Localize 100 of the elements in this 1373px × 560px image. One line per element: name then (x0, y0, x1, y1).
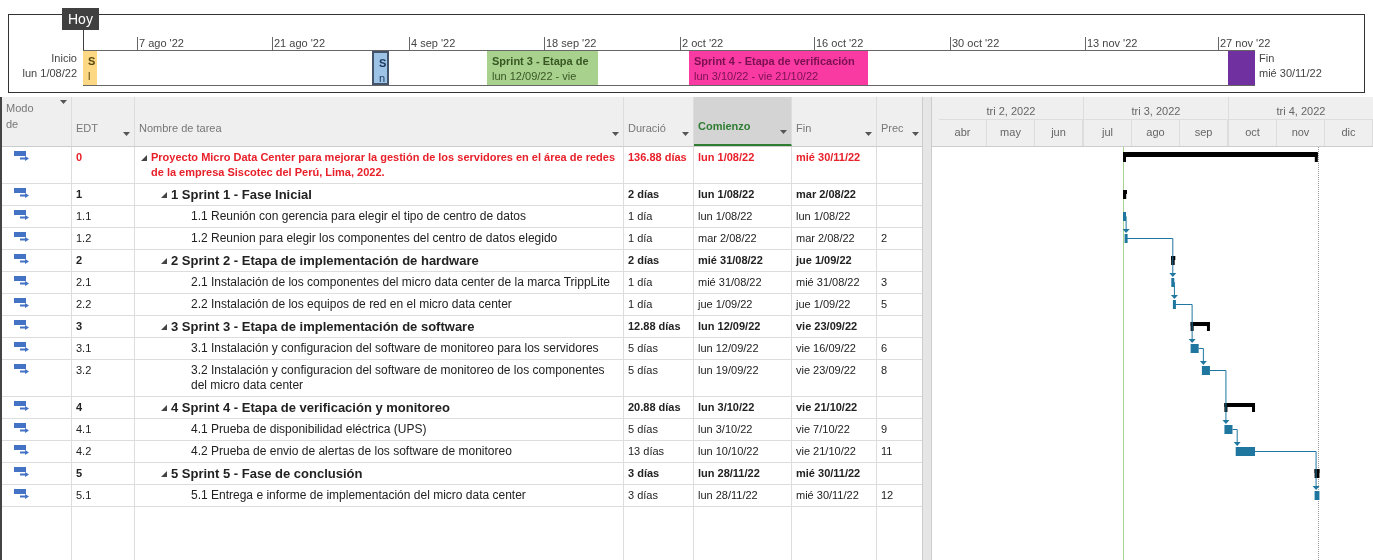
summary-bar (1171, 256, 1176, 265)
month-label: sep (1180, 120, 1228, 146)
finish-cell: vie 23/09/22 (792, 316, 877, 338)
finish-cell: vie 7/10/22 (792, 419, 877, 441)
collapse-icon[interactable] (161, 404, 167, 412)
column-header[interactable]: Nombre de tarea (135, 97, 624, 146)
task-name: 3.2 Instalación y configuracion del software de monitoreo de los componentes del micro data center (191, 363, 606, 393)
start-cell: lun 12/09/22 (694, 338, 792, 360)
sprint-title: Sprint 3 - Etapa de (492, 54, 590, 69)
finish-cell: vie 23/09/22 (792, 360, 877, 397)
task-bar (1172, 300, 1176, 309)
task-name: 4.2 Prueba de envio de alertas de los software de monitoreo (191, 444, 512, 459)
task-mode-icon (14, 275, 31, 286)
collapse-icon[interactable] (161, 470, 167, 478)
connector-arrow (1312, 485, 1320, 490)
dropdown-arrow-icon[interactable] (912, 132, 919, 136)
quarter-label: tri 3, 2022 (1130, 104, 1182, 119)
duration-cell: 5 días (624, 419, 694, 441)
task-mode-icon (14, 466, 31, 477)
timeline-tick: 13 nov '22 (1085, 37, 1138, 50)
task-bar (1314, 491, 1320, 500)
column-header[interactable]: Modo de (2, 97, 72, 146)
start-cell: lun 3/10/22 (694, 397, 792, 419)
start-cell: lun 28/11/22 (694, 485, 792, 507)
task-mode-icon (14, 363, 31, 374)
month-label: ago (1132, 120, 1180, 146)
dropdown-arrow-icon[interactable] (682, 132, 689, 136)
start-cell: mié 31/08/22 (694, 272, 792, 294)
dropdown-arrow-icon[interactable] (865, 132, 872, 136)
column-header[interactable]: EDT (72, 97, 135, 146)
task-name: 5 Sprint 5 - Fase de conclusión (171, 466, 363, 481)
duration-cell: 1 día (624, 294, 694, 316)
month-label: jul (1084, 120, 1132, 146)
start-cell: lun 12/09/22 (694, 316, 792, 338)
wbs-cell: 3 (72, 316, 135, 338)
timeline-sprint-bar[interactable]: Sprint 3 - Etapa de lun 12/09/22 - vie (487, 51, 598, 85)
task-name: 1.2 Reunion para elegir los componentes del centro de datos elegido (191, 231, 558, 246)
sprint-dates: l (88, 69, 92, 84)
predecessor-cell: 11 (877, 441, 924, 463)
collapse-icon[interactable] (141, 154, 147, 162)
dropdown-arrow-icon[interactable] (123, 132, 130, 136)
duration-cell: 136.88 días (624, 147, 694, 184)
task-name: 3 Sprint 3 - Etapa de implementación de software (171, 319, 475, 334)
today-marker: Hoy (62, 8, 99, 30)
column-header[interactable]: Comienzo (694, 97, 792, 146)
task-name: 2.2 Instalación de los equipos de red en el micro data center (191, 297, 512, 312)
summary-bar (1224, 403, 1255, 412)
start-cell: lun 19/09/22 (694, 360, 792, 397)
start-cell: lun 3/10/22 (694, 419, 792, 441)
collapse-icon[interactable] (161, 191, 167, 199)
finish-cell: vie 21/10/22 (792, 397, 877, 419)
finish-cell: vie 16/09/22 (792, 338, 877, 360)
task-name: 2.1 Instalación de los componentes del micro data center de la marca TrippLite (191, 275, 610, 290)
duration-cell: 13 días (624, 441, 694, 463)
task-name: 4.1 Prueba de disponibilidad eléctrica (UPS) (191, 422, 427, 437)
task-name: 1 Sprint 1 - Fase Inicial (171, 187, 312, 202)
timeline-tick: 21 ago '22 (272, 37, 326, 50)
duration-cell: 12.88 días (624, 316, 694, 338)
start-cell: lun 1/08/22 (694, 206, 792, 228)
duration-cell: 20.88 días (624, 397, 694, 419)
predecessor-cell: 3 (877, 272, 924, 294)
timeline-tick: 4 sep '22 (409, 37, 456, 50)
start-date: lun 1/08/22 (22, 66, 77, 81)
task-mode-icon (14, 187, 31, 198)
task-mode-icon (14, 150, 31, 161)
finish-cell: lun 1/08/22 (792, 206, 877, 228)
task-mode-icon (14, 488, 31, 499)
task-mode-icon (14, 422, 31, 433)
month-label: dic (1325, 120, 1373, 146)
sprint-dates: lun 3/10/22 - vie 21/10/22 (694, 69, 820, 84)
wbs-cell: 2 (72, 250, 135, 272)
start-cell: lun 10/10/22 (694, 441, 792, 463)
sprint-title: S (88, 54, 97, 69)
timeline-sprint-bar[interactable]: S l (83, 51, 97, 85)
timeline-tick: 16 oct '22 (814, 37, 864, 50)
timeline-sprint-bar[interactable]: S n (372, 51, 389, 85)
predecessor-cell: 12 (877, 485, 924, 507)
wbs-cell: 2.1 (72, 272, 135, 294)
duration-cell: 5 días (624, 360, 694, 397)
dropdown-arrow-icon[interactable] (60, 100, 67, 104)
wbs-cell: 2.2 (72, 294, 135, 316)
task-mode-icon (14, 400, 31, 411)
finish-cell: mié 30/11/22 (792, 485, 877, 507)
summary-bar (1190, 322, 1210, 331)
collapse-icon[interactable] (161, 323, 167, 331)
task-mode-icon (14, 209, 31, 220)
finish-cell: mié 31/08/22 (792, 272, 877, 294)
timeline-sprint-bar[interactable]: Sprint 4 - Etapa de verificación lun 3/10/22 - vie 21/10/22 (689, 51, 868, 85)
connector-line (1172, 282, 1175, 294)
month-label: may (987, 120, 1035, 146)
dropdown-arrow-icon[interactable] (612, 132, 619, 136)
column-header[interactable]: Fin (792, 97, 877, 146)
dropdown-arrow-icon[interactable] (780, 130, 787, 134)
collapse-icon[interactable] (161, 257, 167, 265)
wbs-cell: 4 (72, 397, 135, 419)
task-mode-icon (14, 231, 31, 242)
wbs-cell: 1.1 (72, 206, 135, 228)
task-mode-icon (14, 341, 31, 352)
predecessor-cell: 9 (877, 419, 924, 441)
duration-cell: 5 días (624, 338, 694, 360)
